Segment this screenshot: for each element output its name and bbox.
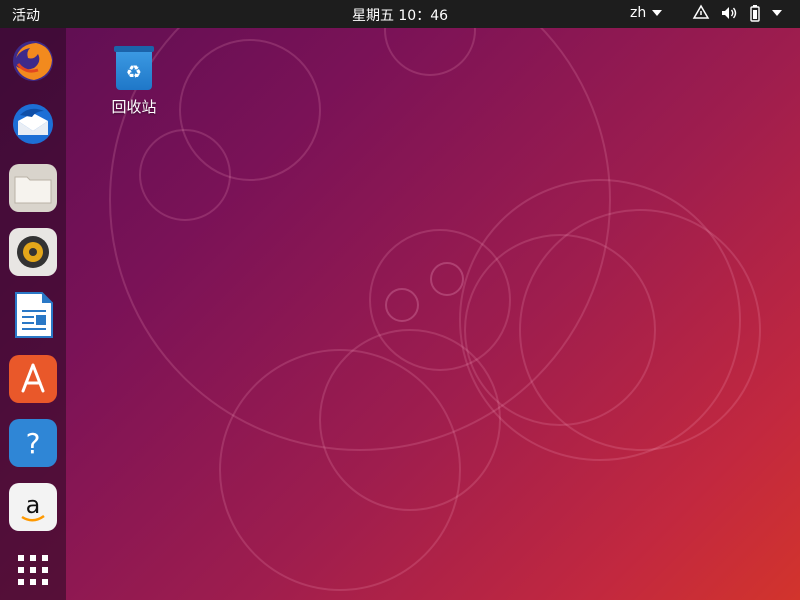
- dock-item-amazon[interactable]: a: [9, 483, 57, 531]
- dock: ? a: [0, 28, 66, 600]
- trash-icon: ♻: [114, 46, 154, 90]
- dock-item-ubuntu-software[interactable]: [9, 355, 57, 403]
- files-icon: [14, 176, 52, 204]
- system-menu[interactable]: [692, 4, 782, 22]
- chevron-down-icon: [772, 10, 782, 16]
- svg-text:?: ?: [26, 427, 41, 460]
- svg-text:♻: ♻: [126, 62, 142, 83]
- dock-item-writer[interactable]: [9, 291, 57, 339]
- apps-grid-icon: [18, 555, 48, 585]
- speaker-icon: [17, 236, 49, 268]
- dock-item-help[interactable]: ?: [9, 419, 57, 467]
- chevron-down-icon: [652, 10, 663, 16]
- clock: 星期五 10：46: [0, 5, 800, 25]
- activities-button[interactable]: 活动: [12, 5, 40, 25]
- dock-item-thunderbird[interactable]: [9, 100, 57, 148]
- help-icon: ?: [26, 427, 41, 460]
- dock-item-rhythmbox[interactable]: [9, 228, 57, 276]
- desktop-trash[interactable]: ♻ 回收站: [104, 46, 164, 117]
- show-applications-button[interactable]: [9, 546, 57, 594]
- input-language-menu[interactable]: zh: [630, 5, 663, 21]
- dock-item-files[interactable]: [9, 164, 57, 212]
- recycle-icon: ♻: [126, 62, 142, 83]
- language-label: zh: [630, 5, 647, 21]
- software-icon: [21, 363, 45, 393]
- battery-icon: [750, 5, 760, 22]
- firefox-icon: [13, 41, 53, 81]
- clock-label[interactable]: 星期五 10：46: [352, 8, 448, 24]
- volume-icon: [722, 7, 737, 19]
- svg-text:a: a: [26, 491, 41, 519]
- network-icon: [692, 4, 710, 19]
- top-bar: 活动 星期五 10：46 zh: [0, 0, 800, 28]
- thunderbird-icon: [13, 104, 53, 144]
- trash-label: 回收站: [111, 98, 157, 116]
- writer-icon: [15, 292, 53, 338]
- amazon-icon: a: [21, 491, 45, 522]
- dock-item-firefox[interactable]: [9, 37, 57, 85]
